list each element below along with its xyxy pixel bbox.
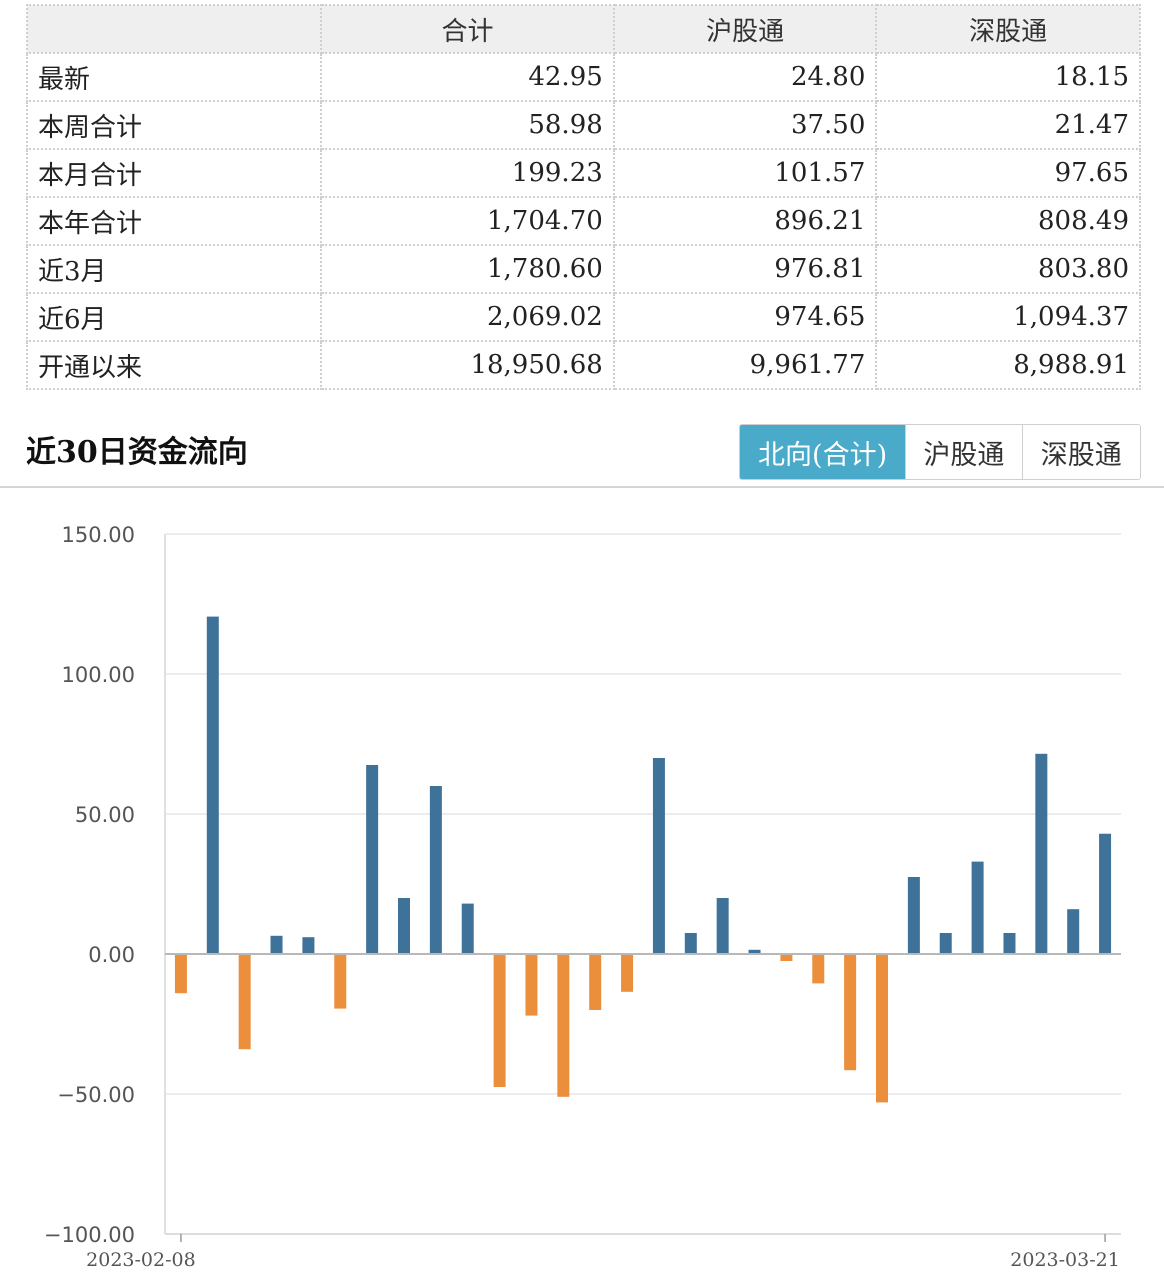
cell-shanghai: 896.21 (612, 196, 878, 246)
bar (652, 758, 665, 954)
table-row: 近3月 1,780.60 976.81 803.80 (25, 244, 1141, 294)
bar (876, 954, 888, 1103)
table-header-row: 合计 沪股通 深股通 (25, 4, 1141, 54)
cell-shanghai: 976.81 (612, 244, 878, 294)
cell-shanghai: 9,961.77 (612, 340, 878, 390)
table-row: 开通以来 18,950.68 9,961.77 8,988.91 (25, 340, 1141, 390)
x-tick-label: 2023-03-21 (1010, 1249, 1120, 1271)
cell-total: 199.23 (320, 148, 615, 198)
bar (238, 954, 251, 1050)
cell-shenzhen: 18.15 (875, 52, 1141, 102)
cell-total: 1,704.70 (320, 196, 615, 246)
bar (206, 616, 219, 954)
cell-shenzhen: 808.49 (875, 196, 1141, 246)
cell-shenzhen: 803.80 (875, 244, 1141, 294)
header-label (25, 4, 323, 54)
bar (398, 898, 410, 954)
tab-northbound-total[interactable]: 北向(合计) (740, 425, 906, 479)
y-tick-label: −100.00 (44, 1223, 135, 1247)
cell-shenzhen: 1,094.37 (875, 292, 1141, 342)
cell-total: 18,950.68 (320, 340, 615, 390)
bar (334, 954, 347, 1009)
row-label: 开通以来 (25, 340, 323, 390)
header-total: 合计 (320, 4, 615, 54)
table-row: 最新 42.95 24.80 18.15 (25, 52, 1141, 102)
cell-total: 2,069.02 (320, 292, 615, 342)
bar (557, 954, 570, 1097)
bar (1099, 833, 1112, 954)
cell-shanghai: 24.80 (612, 52, 878, 102)
bar (716, 898, 729, 954)
bar (812, 954, 825, 984)
bar (684, 933, 697, 954)
table-row: 本月合计 199.23 101.57 97.65 (25, 148, 1141, 198)
header-shanghai-connect: 沪股通 (612, 4, 878, 54)
y-tick-label: 100.00 (62, 663, 135, 687)
cell-shanghai: 974.65 (612, 292, 878, 342)
summary-table: 合计 沪股通 深股通 最新 42.95 24.80 18.15 本周合计 58.… (25, 4, 1141, 390)
section-title: 近30日资金流向 (26, 435, 248, 470)
bar (429, 786, 442, 954)
cell-shanghai: 37.50 (612, 100, 878, 150)
bar (1003, 933, 1016, 954)
bar (366, 765, 379, 954)
bar (780, 954, 793, 961)
row-label: 近6月 (25, 292, 323, 342)
cell-shenzhen: 8,988.91 (875, 340, 1141, 390)
bar (844, 954, 857, 1071)
row-label: 最新 (25, 52, 323, 102)
bar (1067, 909, 1080, 954)
cell-shanghai: 101.57 (612, 148, 878, 198)
table-row: 近6月 2,069.02 974.65 1,094.37 (25, 292, 1141, 342)
y-tick-label: 0.00 (88, 943, 135, 967)
bar (621, 954, 634, 992)
cell-total: 58.98 (320, 100, 615, 150)
bar (525, 954, 538, 1016)
bar (1035, 753, 1048, 954)
fund-flow-bar-chart: −100.00 −50.00 0.00 50.00 100.00 150.00 2023-0… (44, 523, 1121, 1271)
bar (589, 954, 602, 1010)
bar (971, 861, 984, 954)
cell-shenzhen: 97.65 (875, 148, 1141, 198)
row-label: 近3月 (25, 244, 323, 294)
bar (461, 903, 474, 954)
cell-total: 42.95 (320, 52, 615, 102)
cell-shenzhen: 21.47 (875, 100, 1141, 150)
bar (302, 937, 315, 954)
header-shenzhen-connect: 深股通 (875, 4, 1141, 54)
cell-total: 1,780.60 (320, 244, 615, 294)
y-tick-label: 150.00 (62, 523, 135, 547)
bar (493, 954, 506, 1087)
bar (270, 935, 283, 954)
y-tick-label: −50.00 (57, 1083, 135, 1107)
table-row: 本周合计 58.98 37.50 21.47 (25, 100, 1141, 150)
tab-shenzhen-connect[interactable]: 深股通 (1021, 425, 1140, 479)
x-tick-label: 2023-02-08 (86, 1249, 196, 1271)
tab-shanghai-connect[interactable]: 沪股通 (905, 425, 1022, 479)
row-label: 本月合计 (25, 148, 323, 198)
flow-direction-tabs: 北向(合计) 沪股通 深股通 (739, 424, 1141, 480)
table-row: 本年合计 1,704.70 896.21 808.49 (25, 196, 1141, 246)
bar (907, 877, 920, 954)
row-label: 本年合计 (25, 196, 323, 246)
row-label: 本周合计 (25, 100, 323, 150)
bar (174, 954, 187, 994)
y-tick-label: 50.00 (75, 803, 135, 827)
bar (939, 933, 952, 954)
